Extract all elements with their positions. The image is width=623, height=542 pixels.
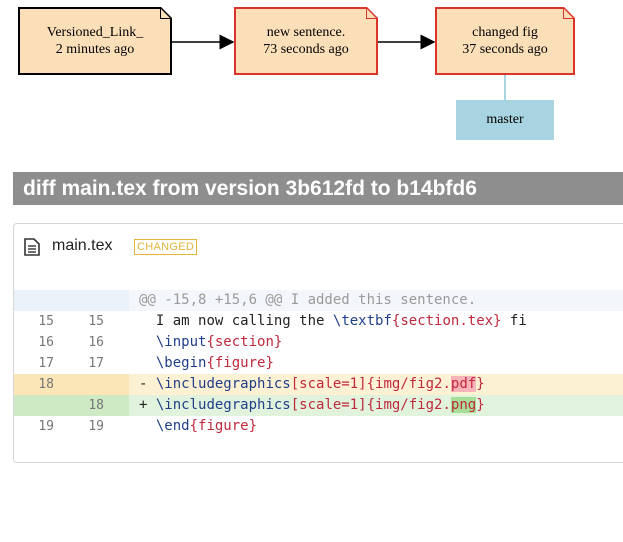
- commit-node-3[interactable]: changed fig 37 seconds ago: [435, 7, 575, 75]
- branch-label-master[interactable]: master: [456, 100, 554, 140]
- diff-line: 17 17 \begin{figure}: [14, 353, 623, 374]
- note-fold-icon: [366, 7, 378, 19]
- new-line-number: 16: [88, 335, 104, 350]
- line-content: - \includegraphics[scale=1]{img/fig2.pdf…: [139, 376, 485, 392]
- commit-graph: Versioned_Link_ 2 minutes ago new senten…: [0, 0, 623, 160]
- branch-name: master: [486, 112, 524, 127]
- commit-time: 37 seconds ago: [462, 42, 548, 57]
- hunk-header-row: @@ -15,8 +15,6 @@ I added this sentence.: [14, 290, 623, 311]
- commit-message: new sentence.: [266, 25, 346, 40]
- file-name[interactable]: main.tex: [52, 237, 112, 255]
- changed-badge: CHANGED: [134, 239, 198, 255]
- file-diff-panel: main.tex CHANGED @@ -15,8 +15,6 @@ I add…: [13, 223, 623, 463]
- deleted-line: 18 - \includegraphics[scale=1]{img/fig2.…: [14, 374, 623, 395]
- file-header: main.tex CHANGED: [14, 224, 623, 291]
- new-line-number: 15: [88, 314, 104, 329]
- commit-node-1[interactable]: Versioned_Link_ 2 minutes ago: [18, 7, 172, 75]
- old-line-number: 15: [38, 314, 54, 329]
- commit-node-2[interactable]: new sentence. 73 seconds ago: [234, 7, 378, 75]
- old-line-number: 16: [38, 335, 54, 350]
- commit-time: 2 minutes ago: [55, 42, 135, 57]
- new-line-number: 19: [88, 419, 104, 434]
- line-content: + \includegraphics[scale=1]{img/fig2.png…: [139, 397, 485, 413]
- note-fold-icon: [563, 7, 575, 19]
- added-token: png: [450, 397, 477, 413]
- diff-code: @@ -15,8 +15,6 @@ I added this sentence.…: [14, 290, 623, 437]
- line-content: \end{figure}: [155, 418, 258, 434]
- diff-line: 15 15 I am now calling the \textbf{secti…: [14, 311, 623, 332]
- line-content: \input{section}: [155, 334, 283, 350]
- file-icon: [24, 238, 40, 261]
- new-line-number: 17: [88, 356, 104, 371]
- hunk-header: @@ -15,8 +15,6 @@ I added this sentence.: [139, 292, 477, 308]
- diff-line: 16 16 \input{section}: [14, 332, 623, 353]
- line-content: I am now calling the \textbf{section.tex…: [155, 313, 527, 329]
- line-content: \begin{figure}: [155, 355, 274, 371]
- old-line-number: 19: [38, 419, 54, 434]
- diff-title: diff main.tex from version 3b612fd to b1…: [13, 172, 623, 205]
- diff-line: 19 19 \end{figure}: [14, 416, 623, 437]
- commit-time: 73 seconds ago: [263, 42, 349, 57]
- added-line: 18 + \includegraphics[scale=1]{img/fig2.…: [14, 395, 623, 416]
- old-line-number: 18: [38, 377, 54, 392]
- old-line-number: 17: [38, 356, 54, 371]
- commit-message: changed fig: [472, 25, 538, 40]
- removed-token: pdf: [450, 376, 477, 392]
- note-fold-icon: [160, 7, 172, 19]
- new-line-number: 18: [88, 398, 104, 413]
- commit-message: Versioned_Link_: [46, 25, 144, 40]
